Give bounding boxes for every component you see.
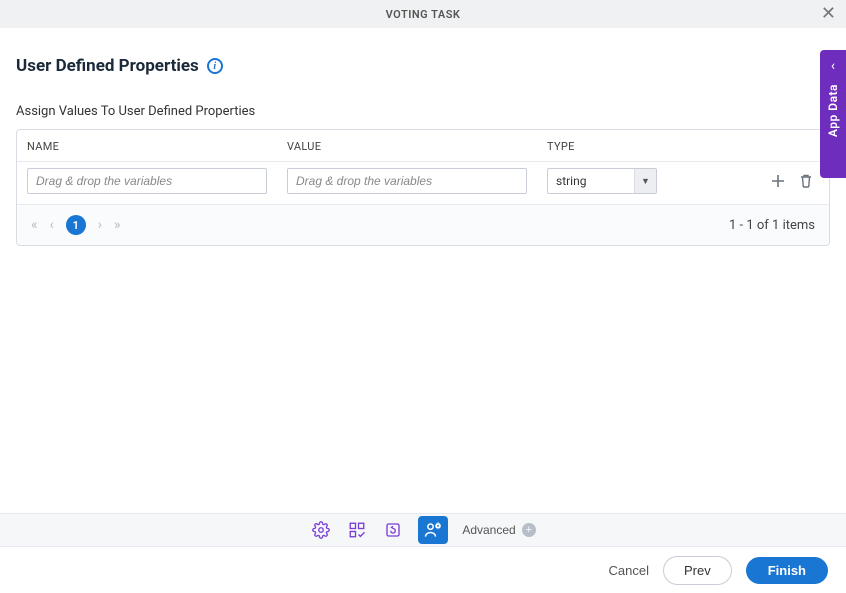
add-row-button[interactable] [769,172,787,190]
pagination-bar: « ‹ 1 › » 1 - 1 of 1 items [17,204,829,245]
advanced-label: Advanced [462,523,515,537]
delete-row-button[interactable] [797,172,815,190]
gear-icon [312,521,330,539]
app-data-label: App Data [826,84,840,137]
plus-circle-icon: + [522,523,536,537]
modal-header: VOTING TASK ✕ [0,0,846,28]
advanced-toggle[interactable]: Advanced + [462,523,535,537]
name-input[interactable] [27,168,267,194]
step-grid[interactable] [346,519,368,541]
column-header-value: VALUE [287,140,547,153]
app-data-panel-toggle[interactable]: ‹ App Data [820,50,846,178]
page-number-current[interactable]: 1 [66,215,86,235]
section-subtitle: Assign Values To User Defined Properties [16,104,830,119]
column-header-name: NAME [27,140,287,153]
section-title: User Defined Properties [16,56,199,76]
cancel-button[interactable]: Cancel [609,563,649,578]
section-header: User Defined Properties i [16,56,830,76]
column-header-type: TYPE [547,140,737,153]
wizard-footer: Cancel Prev Finish [0,547,846,593]
properties-table: NAME VALUE TYPE string ▼ [16,129,830,246]
type-select-value: string [548,174,634,188]
info-icon[interactable]: i [207,58,223,74]
user-gear-icon [423,520,443,540]
step-user-properties[interactable] [418,516,448,544]
close-icon: ✕ [821,3,836,23]
chevron-left-icon: ‹ [831,58,835,74]
last-page-icon[interactable]: » [114,217,121,233]
trash-icon [798,173,814,189]
next-page-icon[interactable]: › [98,217,102,233]
step-settings[interactable] [310,519,332,541]
first-page-icon[interactable]: « [31,217,38,233]
wizard-step-toolbar: Advanced + [0,513,846,547]
prev-page-icon[interactable]: ‹ [50,217,54,233]
close-button[interactable]: ✕ [821,4,836,22]
content-area: User Defined Properties i Assign Values … [0,28,846,246]
column-header-actions [737,140,819,153]
table-header-row: NAME VALUE TYPE [17,130,829,162]
type-select[interactable]: string ▼ [547,168,657,194]
pagination-summary: 1 - 1 of 1 items [729,218,815,233]
chevron-down-icon: ▼ [634,169,656,193]
grid-check-icon [348,521,366,539]
form-refresh-icon [384,521,402,539]
prev-button[interactable]: Prev [663,556,732,585]
value-input[interactable] [287,168,527,194]
finish-button[interactable]: Finish [746,557,828,584]
table-row: string ▼ [17,162,829,204]
modal-title: VOTING TASK [386,8,461,21]
plus-icon [770,173,786,189]
step-form[interactable] [382,519,404,541]
